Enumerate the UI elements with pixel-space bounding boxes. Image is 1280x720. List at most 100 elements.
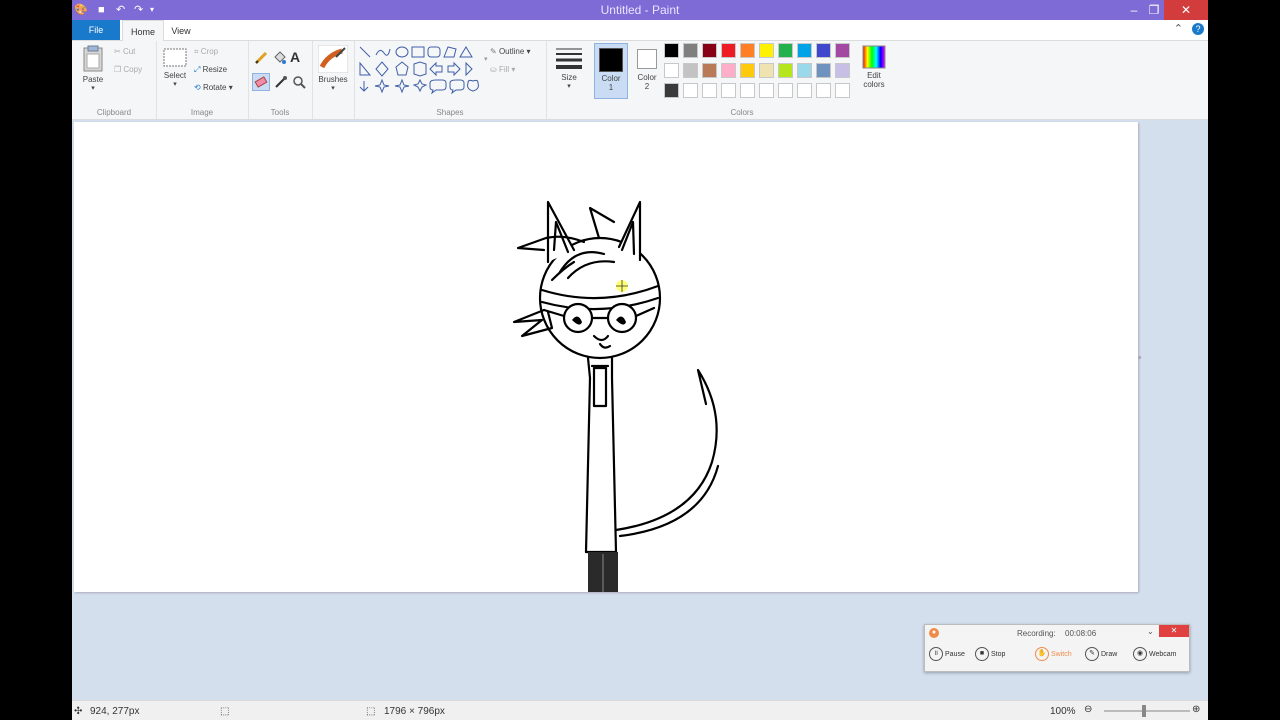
stop-icon: ■ <box>975 647 989 662</box>
recording-time: 00:08:06 <box>1065 629 1097 638</box>
fill-label: Fill <box>498 65 510 74</box>
copy-button[interactable]: ❐ Copy <box>114 65 142 74</box>
size-dropdown-icon[interactable]: ▾ <box>552 82 586 90</box>
text-tool-icon[interactable]: A <box>290 49 300 65</box>
paste-dropdown-icon[interactable]: ▾ <box>78 84 108 92</box>
eraser-button[interactable] <box>252 73 270 91</box>
rotate-icon: ⟲ <box>194 83 201 93</box>
palette-swatch[interactable] <box>740 43 755 58</box>
palette-swatch[interactable] <box>664 43 679 58</box>
group-size: Size ▾ <box>546 41 592 119</box>
copy-icon: ❐ <box>114 65 122 75</box>
size-button[interactable]: Size ▾ <box>552 45 586 90</box>
palette-swatch[interactable] <box>778 43 793 58</box>
recording-widget: ● Recording: 00:08:06 ⌄ ✕ ॥ Pause ■ Stop ✋… <box>924 624 1190 672</box>
help-icon[interactable]: ? <box>1192 23 1204 35</box>
color-picker-icon[interactable] <box>274 75 288 89</box>
color2-button[interactable]: Color 2 <box>630 43 664 99</box>
shapes-scroll-icon[interactable]: ▾ <box>484 55 488 63</box>
palette-swatch[interactable] <box>835 43 850 58</box>
shapes-gallery[interactable] <box>358 45 480 95</box>
paste-button[interactable]: Paste ▾ <box>78 45 108 92</box>
cursor-position: 924, 277px <box>90 706 140 717</box>
recorder-pause-button[interactable]: ॥ Pause <box>929 647 965 663</box>
palette-swatch[interactable] <box>797 83 812 98</box>
scissors-icon: ✂ <box>114 47 121 57</box>
palette-swatch[interactable] <box>664 83 679 98</box>
brush-icon <box>317 44 349 74</box>
outline-button[interactable]: ✎ Outline ▾ <box>490 47 531 56</box>
palette-swatch[interactable] <box>740 63 755 78</box>
palette-swatch[interactable] <box>759 63 774 78</box>
palette-swatch[interactable] <box>816 43 831 58</box>
palette-swatch[interactable] <box>740 83 755 98</box>
recorder-collapse-icon[interactable]: ⌄ <box>1147 627 1154 636</box>
zoom-slider-thumb[interactable] <box>1142 705 1146 717</box>
palette-swatch[interactable] <box>683 83 698 98</box>
palette-swatch[interactable] <box>759 43 774 58</box>
palette-swatch[interactable] <box>778 63 793 78</box>
palette-swatch[interactable] <box>683 43 698 58</box>
rotate-button[interactable]: ⟲ Rotate ▾ <box>194 83 233 92</box>
tab-home[interactable]: Home <box>122 20 164 41</box>
recording-status: Recording: <box>1017 629 1056 638</box>
pencil-icon[interactable] <box>254 51 268 65</box>
fill-bucket-icon[interactable] <box>272 51 286 65</box>
palette-swatch[interactable] <box>664 63 679 78</box>
palette-swatch[interactable] <box>816 83 831 98</box>
palette-swatch[interactable] <box>683 63 698 78</box>
palette-swatch[interactable] <box>721 63 736 78</box>
recorder-switch-button[interactable]: ✋ Switch <box>1035 647 1072 663</box>
drawing-canvas[interactable] <box>74 122 1138 592</box>
color1-button[interactable]: Color 1 <box>594 43 628 99</box>
edit-colors-button[interactable]: Edit colors <box>856 45 892 89</box>
color1-label: Color <box>601 74 621 83</box>
crop-button[interactable]: ⌗ Crop <box>194 47 218 57</box>
image-size: 1796 × 796px <box>384 706 445 717</box>
palette-swatch[interactable] <box>702 63 717 78</box>
cut-button[interactable]: ✂ Cut <box>114 47 135 56</box>
brushes-dropdown-icon[interactable]: ▾ <box>316 84 350 92</box>
group-shapes: ▾ ✎ Outline ▾ ⛀ Fill ▾ Shapes <box>354 41 547 119</box>
recorder-header: ● Recording: 00:08:06 ⌄ ✕ <box>925 625 1189 641</box>
zoom-slider[interactable] <box>1104 705 1190 717</box>
close-button[interactable]: ✕ <box>1164 0 1208 20</box>
outline-icon: ✎ <box>490 47 497 57</box>
fill-icon: ⛀ <box>490 65 497 75</box>
palette-swatch[interactable] <box>702 43 717 58</box>
color2-swatch <box>637 49 657 69</box>
recorder-stop-button[interactable]: ■ Stop <box>975 647 1005 663</box>
magnifier-icon[interactable] <box>292 75 306 89</box>
recorder-webcam-button[interactable]: ◉ Webcam <box>1133 647 1177 663</box>
paint-window: 🎨 ■ ↶ ↷ ▾ Untitled - Paint – ❐ ✕ File Ho… <box>72 0 1208 720</box>
select-dropdown-icon[interactable]: ▾ <box>160 80 190 88</box>
palette-swatch[interactable] <box>797 43 812 58</box>
palette-swatch[interactable] <box>816 63 831 78</box>
tab-file[interactable]: File <box>72 20 120 40</box>
edit-colors-label2: colors <box>863 80 885 89</box>
palette-swatch[interactable] <box>835 83 850 98</box>
tab-view[interactable]: View <box>166 20 196 40</box>
zoom-in-button[interactable]: ⊕ <box>1192 704 1200 715</box>
stop-label: Stop <box>991 651 1006 658</box>
fill-button[interactable]: ⛀ Fill ▾ <box>490 65 515 74</box>
palette-swatch[interactable] <box>835 63 850 78</box>
palette-swatch[interactable] <box>721 83 736 98</box>
workspace <box>72 120 1208 700</box>
recorder-close-button[interactable]: ✕ <box>1159 625 1189 637</box>
zoom-out-button[interactable]: ⊖ <box>1084 704 1092 715</box>
resize-button[interactable]: ⤢ Resize <box>194 65 227 75</box>
palette-swatch[interactable] <box>797 63 812 78</box>
select-button[interactable]: Select ▾ <box>160 47 190 88</box>
palette-swatch[interactable] <box>759 83 774 98</box>
palette-swatch[interactable] <box>721 43 736 58</box>
collapse-ribbon-icon[interactable]: ⌃ <box>1174 23 1183 35</box>
brushes-button[interactable]: Brushes ▾ <box>316 44 350 92</box>
color2-number: 2 <box>644 82 650 91</box>
recorder-draw-button[interactable]: ✎ Draw <box>1085 647 1117 663</box>
colors-group-label: Colors <box>730 108 754 117</box>
palette-swatch[interactable] <box>702 83 717 98</box>
palette-swatch[interactable] <box>778 83 793 98</box>
canvas-resize-handle[interactable] <box>1138 356 1141 359</box>
edit-colors-label: Edit <box>867 71 881 80</box>
